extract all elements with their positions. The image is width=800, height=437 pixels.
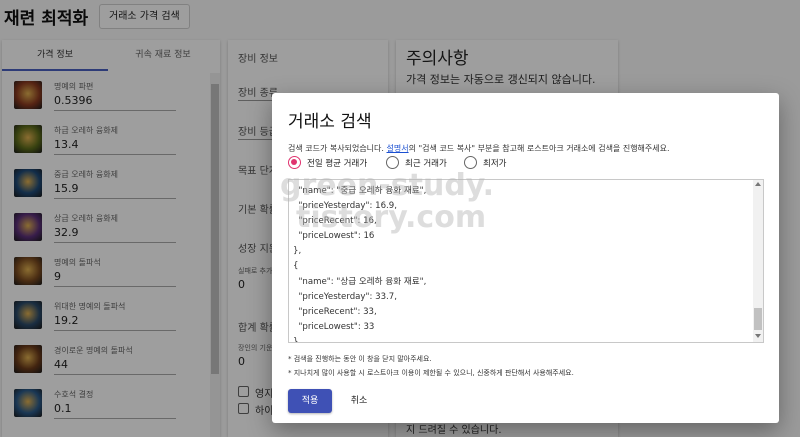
- scroll-down-arrow-icon[interactable]: [755, 334, 761, 338]
- cancel-button[interactable]: 취소: [338, 389, 380, 413]
- code-scroll-thumb[interactable]: [754, 308, 762, 330]
- scroll-up-arrow-icon[interactable]: [755, 182, 761, 186]
- dialog-note-2: * 지나치게 많이 사용할 시 로스트아크 이용이 제한될 수 있으니, 신중하…: [288, 369, 574, 377]
- dialog-title: 거래소 검색: [288, 112, 372, 132]
- dialog-description-text-2: 의 "검색 코드 복사" 부분을 참고해 로스트아크 거래소에 검색을 진행해주…: [408, 144, 670, 153]
- dialog-description: 검색 코드가 복사되었습니다. 설명서의 "검색 코드 복사" 부분을 참고해 …: [288, 143, 670, 154]
- market-search-dialog: 거래소 검색 검색 코드가 복사되었습니다. 설명서의 "검색 코드 복사" 부…: [272, 93, 779, 423]
- watermark-line-2: tistory.com: [296, 200, 487, 235]
- manual-link[interactable]: 설명서: [387, 144, 409, 153]
- dialog-note-1: * 검색을 진행하는 동안 이 창을 닫지 말아주세요.: [288, 355, 432, 363]
- dialog-description-text: 검색 코드가 복사되었습니다.: [288, 144, 387, 153]
- watermark-line-1: green-study.: [280, 168, 494, 203]
- apply-button[interactable]: 적용: [288, 389, 332, 413]
